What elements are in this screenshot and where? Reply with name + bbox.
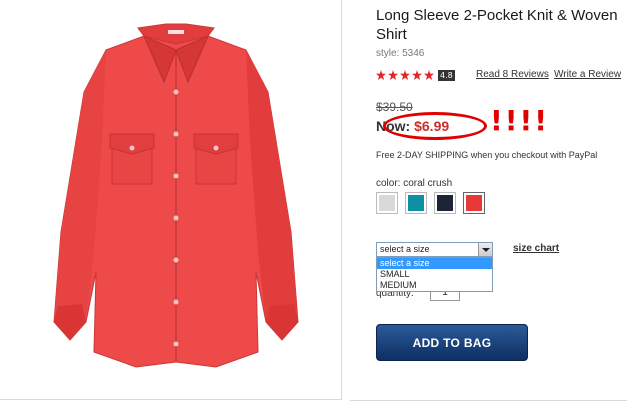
divider — [350, 400, 627, 401]
swatch-navy[interactable] — [434, 192, 456, 214]
shirt-illustration — [53, 23, 299, 368]
size-dropdown-list: select a size SMALL MEDIUM — [376, 257, 493, 292]
shipping-note: Free 2-DAY SHIPPING when you checkout wi… — [376, 150, 598, 160]
color-swatches — [376, 192, 485, 214]
rating-badge: 4.8 — [438, 69, 455, 81]
price-circle-annotation — [383, 112, 487, 140]
read-reviews-link[interactable]: Read 8 Reviews — [476, 69, 549, 80]
size-option-placeholder[interactable]: select a size — [377, 258, 492, 269]
rating-stars: 4.8 — [376, 68, 455, 82]
star-icon — [412, 70, 422, 80]
size-select-value: select a size — [380, 244, 430, 254]
size-select[interactable]: select a size — [376, 242, 493, 257]
stars-group — [376, 70, 434, 80]
original-price: $39.50 — [376, 100, 413, 114]
style-value: 5346 — [402, 48, 425, 59]
style-label: style: — [376, 48, 400, 59]
size-option-small[interactable]: SMALL — [377, 269, 492, 280]
write-review-link[interactable]: Write a Review — [554, 69, 621, 80]
star-icon — [376, 70, 386, 80]
add-to-bag-button[interactable]: ADD TO BAG — [376, 324, 528, 361]
chevron-down-icon[interactable] — [478, 243, 492, 256]
swatch-teal[interactable] — [405, 192, 427, 214]
star-icon — [388, 70, 398, 80]
exclamation-annotation: !!!! — [490, 104, 550, 137]
star-icon — [400, 70, 410, 80]
size-option-medium[interactable]: MEDIUM — [377, 280, 492, 291]
color-label: color: coral crush — [376, 178, 453, 189]
product-image[interactable] — [36, 22, 316, 382]
product-image-panel — [0, 0, 342, 400]
swatch-fill — [466, 195, 482, 211]
product-title: Long Sleeve 2-Pocket Knit & Woven Shirt — [376, 7, 618, 43]
star-icon — [424, 70, 434, 80]
swatch-fill — [379, 195, 395, 211]
swatch-fill — [437, 195, 453, 211]
style-number: style: 5346 — [376, 48, 424, 59]
swatch-coral-crush[interactable] — [463, 192, 485, 214]
swatch-fill — [408, 195, 424, 211]
swatch-light-gray[interactable] — [376, 192, 398, 214]
size-chart-link[interactable]: size chart — [513, 243, 559, 254]
